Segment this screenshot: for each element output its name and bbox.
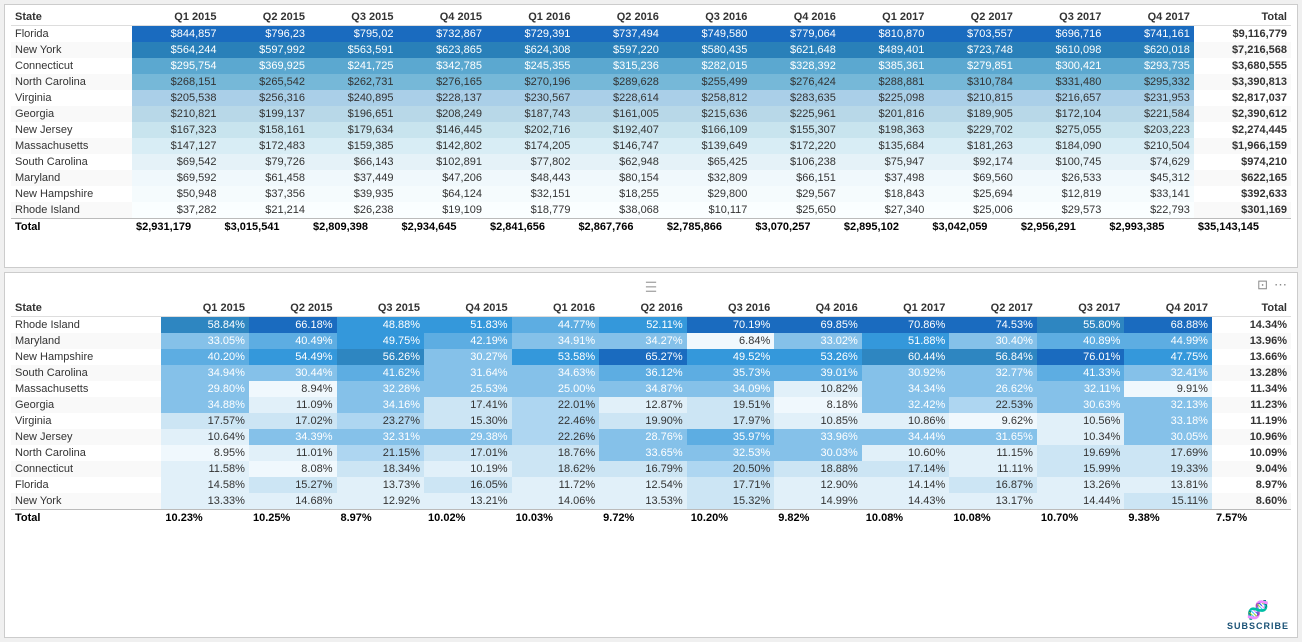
top-table-row: Florida$844,857$796,23$795,02$732,867$72… [11, 26, 1291, 43]
top-col-header-12: Q4 2017 [1105, 9, 1193, 26]
top-table-panel: StateQ1 2015Q2 2015Q3 2015Q4 2015Q1 2016… [4, 4, 1298, 268]
more-options-icon[interactable]: ⋯ [1274, 277, 1287, 293]
top-col-header-2: Q2 2015 [221, 9, 309, 26]
top-table-row: New York$564,244$597,992$563,591$623,865… [11, 42, 1291, 58]
bottom-table-row: New Hampshire40.20%54.49%56.26%30.27%53.… [11, 349, 1291, 365]
bottom-col-header-11: Q3 2017 [1037, 300, 1125, 317]
top-col-header-3: Q3 2015 [309, 9, 397, 26]
bottom-table-row: North Carolina8.95%11.01%21.15%17.01%18.… [11, 445, 1291, 461]
top-table-row: South Carolina$69,542$79,726$66,143$102,… [11, 154, 1291, 170]
bottom-table-row: Connecticut11.58%8.08%18.34%10.19%18.62%… [11, 461, 1291, 477]
bottom-col-header-7: Q3 2016 [687, 300, 775, 317]
bottom-table-row: Virginia17.57%17.02%23.27%15.30%22.46%19… [11, 413, 1291, 429]
top-table-row: Massachusetts$147,127$172,483$159,385$14… [11, 138, 1291, 154]
bottom-col-header-13: Total [1212, 300, 1291, 317]
bottom-col-header-1: Q1 2015 [161, 300, 249, 317]
panel-header: ☰ ⊡ ⋯ [11, 277, 1291, 300]
top-col-header-6: Q2 2016 [574, 9, 662, 26]
top-col-header-7: Q3 2016 [663, 9, 751, 26]
bottom-table-row: New York13.33%14.68%12.92%13.21%14.06%13… [11, 493, 1291, 510]
bottom-table-panel: ☰ ⊡ ⋯ StateQ1 2015Q2 2015Q3 2015Q4 2015Q… [4, 272, 1298, 638]
bottom-col-header-4: Q4 2015 [424, 300, 512, 317]
dna-icon: 🧬 [1247, 600, 1269, 621]
top-table: StateQ1 2015Q2 2015Q3 2015Q4 2015Q1 2016… [11, 9, 1291, 235]
bottom-table-row: Rhode Island58.84%66.18%48.88%51.83%44.7… [11, 317, 1291, 334]
logo-area: 🧬 SUBSCRIBE [1227, 600, 1289, 631]
bottom-table-row: Georgia34.88%11.09%34.16%17.41%22.01%12.… [11, 397, 1291, 413]
top-table-row: Georgia$210,821$199,137$196,651$208,249$… [11, 106, 1291, 122]
bottom-col-header-2: Q2 2015 [249, 300, 337, 317]
bottom-col-header-5: Q1 2016 [512, 300, 600, 317]
top-table-row: Rhode Island$37,282$21,214$26,238$19,109… [11, 202, 1291, 219]
bottom-table-row: South Carolina34.94%30.44%41.62%31.64%34… [11, 365, 1291, 381]
bottom-col-header-0: State [11, 300, 161, 317]
top-table-row: New Jersey$167,323$158,161$179,634$146,4… [11, 122, 1291, 138]
top-col-header-10: Q2 2017 [928, 9, 1016, 26]
top-table-row: North Carolina$268,151$265,542$262,731$2… [11, 74, 1291, 90]
top-col-header-11: Q3 2017 [1017, 9, 1105, 26]
bottom-table-row: New Jersey10.64%34.39%32.31%29.38%22.26%… [11, 429, 1291, 445]
bottom-table-row: Maryland33.05%40.49%49.75%42.19%34.91%34… [11, 333, 1291, 349]
bottom-col-header-12: Q4 2017 [1124, 300, 1212, 317]
bottom-col-header-3: Q3 2015 [337, 300, 425, 317]
top-col-header-0: State [11, 9, 132, 26]
subscribe-label: SUBSCRIBE [1227, 621, 1289, 631]
bottom-col-header-10: Q2 2017 [949, 300, 1037, 317]
top-col-header-13: Total [1194, 9, 1291, 26]
expand-icon[interactable]: ⊡ [1257, 277, 1268, 293]
bottom-col-header-8: Q4 2016 [774, 300, 862, 317]
top-col-header-5: Q1 2016 [486, 9, 574, 26]
bottom-table-row: Massachusetts29.80%8.94%32.28%25.53%25.0… [11, 381, 1291, 397]
top-table-row: Maryland$69,592$61,458$37,449$47,206$48,… [11, 170, 1291, 186]
top-col-header-4: Q4 2015 [397, 9, 485, 26]
top-col-header-1: Q1 2015 [132, 9, 220, 26]
top-table-row: Virginia$205,538$256,316$240,895$228,137… [11, 90, 1291, 106]
bottom-col-header-9: Q1 2017 [862, 300, 950, 317]
bottom-col-header-6: Q2 2016 [599, 300, 687, 317]
bottom-table-row: Florida14.58%15.27%13.73%16.05%11.72%12.… [11, 477, 1291, 493]
top-col-header-9: Q1 2017 [840, 9, 928, 26]
bottom-table: StateQ1 2015Q2 2015Q3 2015Q4 2015Q1 2016… [11, 300, 1291, 526]
top-table-row: New Hampshire$50,948$37,356$39,935$64,12… [11, 186, 1291, 202]
top-table-row: Connecticut$295,754$369,925$241,725$342,… [11, 58, 1291, 74]
top-col-header-8: Q4 2016 [751, 9, 839, 26]
drag-handle-icon: ☰ [645, 279, 658, 296]
